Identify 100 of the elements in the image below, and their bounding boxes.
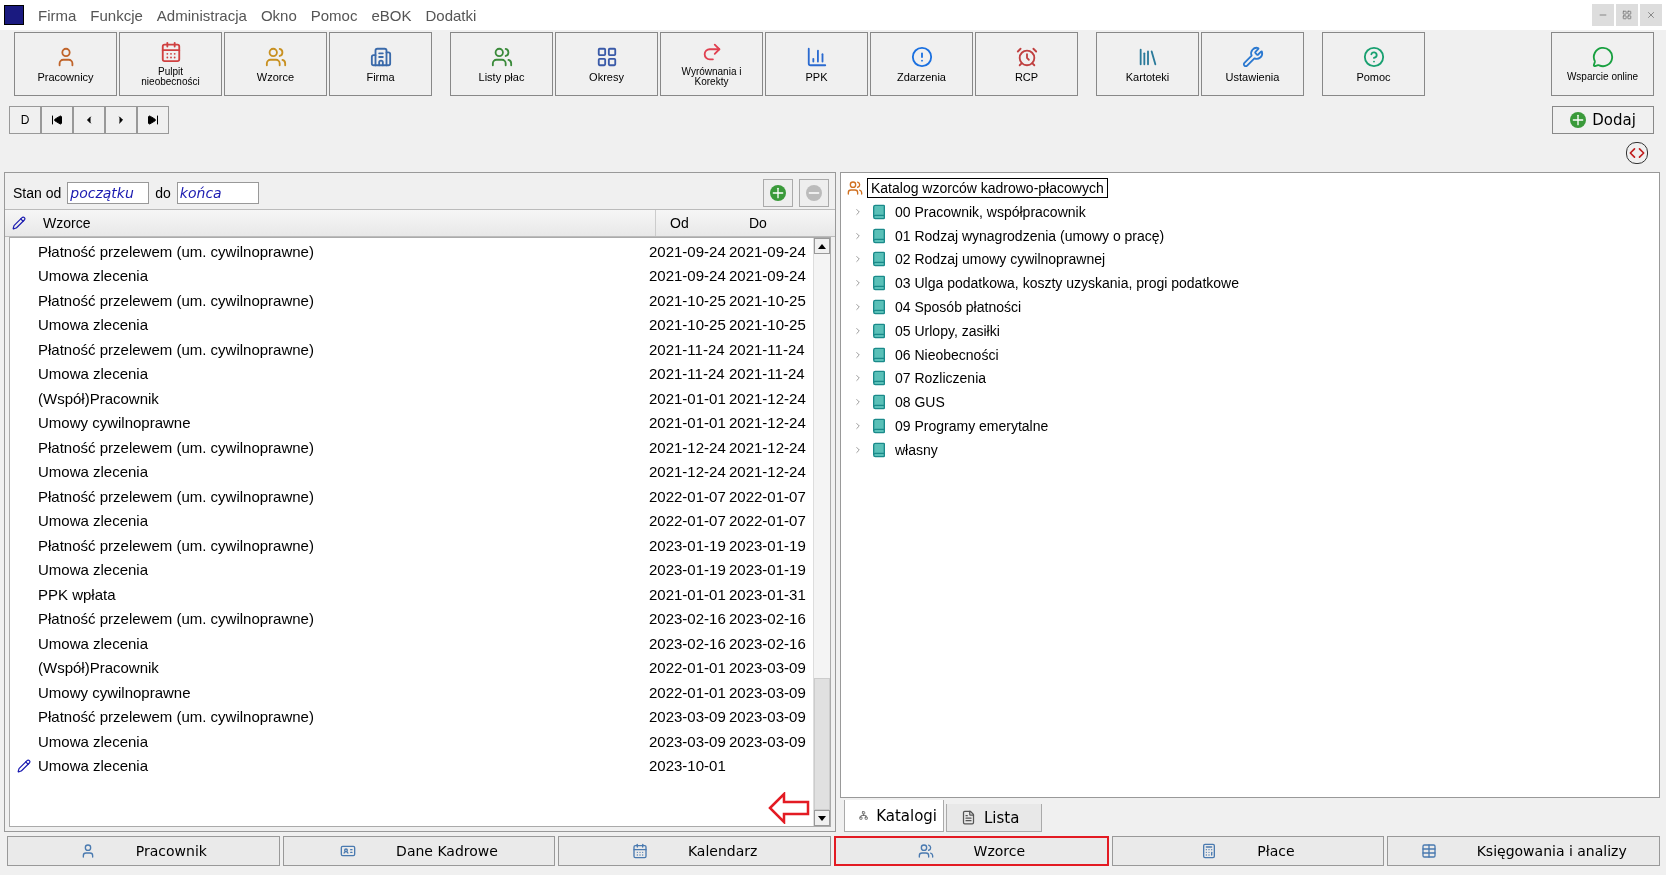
table-cell-text: 2023-02-16 — [729, 610, 807, 628]
table-cell-text: 2023-01-31 — [729, 585, 807, 603]
toolbar-button[interactable]: Zdarzenia — [870, 32, 973, 96]
table-cell-text: 2023-10-01 — [649, 757, 727, 775]
table-cell-text: 2023-03-09 — [729, 683, 807, 701]
nav-button[interactable] — [41, 106, 73, 134]
table-cell-text: 2021-11-24 — [729, 340, 806, 358]
table-cell-text: 2023-01-19 — [649, 561, 727, 579]
table-cell-text: 2021-09-24 — [649, 267, 727, 285]
toolbar-button[interactable]: Okresy — [555, 32, 658, 96]
toolbar-button[interactable]: Kartoteki — [1096, 32, 1199, 96]
table-cell-text: Płatność przelewem (um. cywilnoprawne) — [38, 242, 315, 260]
menu-item[interactable]: Administracja — [156, 6, 247, 24]
toolbar-button[interactable]: Wyrównania i Korekty — [660, 32, 763, 96]
tree-item[interactable]: 04 Sposób płatności — [847, 295, 1659, 319]
from-field[interactable]: początku — [67, 182, 150, 204]
restore-button[interactable] — [1616, 4, 1638, 26]
table-cell-text: 2023-03-09 — [649, 732, 727, 750]
remove-row-button[interactable] — [799, 179, 829, 207]
tree-root[interactable]: Katalog wzorców kadrowo-płacowych — [867, 178, 1108, 198]
menu-item[interactable]: Dodatki — [425, 6, 477, 24]
tree-item[interactable]: 05 Urlopy, zasiłki — [847, 319, 1659, 343]
add-row-button[interactable] — [763, 179, 793, 207]
toolbar-button[interactable]: Wsparcie online — [1551, 32, 1654, 96]
menu-item[interactable]: Firma — [38, 6, 77, 24]
nav-button[interactable]: D — [9, 106, 41, 134]
scroll-thumb[interactable] — [814, 678, 830, 810]
bottom-tab[interactable]: Księgowania i analizy — [1387, 836, 1661, 866]
table-cell-text: 2021-11-24 — [649, 340, 726, 358]
toolbar-button[interactable]: Pomoc — [1322, 32, 1425, 96]
table-cell-text: Płatność przelewem (um. cywilnoprawne) — [38, 438, 315, 456]
table-cell-text: Umowa zlecenia — [38, 634, 150, 652]
table-cell-text: 2021-10-25 — [649, 316, 727, 334]
table-cell-text: 2023-02-16 — [649, 634, 727, 652]
book-icon — [871, 203, 887, 220]
scroll-up-icon — [818, 243, 826, 249]
book-icon — [871, 275, 887, 292]
tree-icon — [859, 808, 869, 823]
table-cell-text: Umowa zlecenia — [38, 267, 150, 285]
tree-item[interactable]: 00 Pracownik, współpracownik — [847, 200, 1659, 224]
toolbar-button[interactable]: Ustawienia — [1201, 32, 1304, 96]
table-cell-text: Umowa zlecenia — [38, 512, 150, 530]
close-button[interactable] — [1640, 4, 1662, 26]
table-cell-text: Umowa zlecenia — [38, 316, 150, 334]
book-icon — [871, 251, 887, 268]
tree-item[interactable]: 02 Rodzaj umowy cywilnoprawnej — [847, 247, 1659, 272]
menu-item[interactable]: eBOK — [371, 6, 412, 24]
toolbar-button[interactable]: PPK — [765, 32, 868, 96]
tree-item[interactable]: 09 Programy emerytalne — [847, 414, 1659, 438]
table-cell-text: 2021-01-01 — [649, 389, 727, 407]
toolbar-button[interactable]: Wzorce — [224, 32, 327, 96]
bottom-tab[interactable]: Pracownik — [7, 836, 280, 866]
panel-tab[interactable]: Lista — [946, 804, 1042, 832]
menu-item[interactable]: Pomoc — [310, 6, 358, 24]
nav-icon — [147, 114, 159, 126]
to-field[interactable]: końca — [176, 182, 259, 204]
tree-item[interactable]: własny — [847, 437, 1659, 462]
nav-icon — [51, 114, 63, 126]
bottom-tab[interactable]: Wzorce — [834, 836, 1109, 866]
menu-item[interactable]: Okno — [260, 6, 297, 24]
toolbar-button[interactable]: Pracownicy — [14, 32, 117, 96]
table-cell-text: 2023-01-19 — [649, 536, 727, 554]
tree-item[interactable]: 08 GUS — [847, 390, 1659, 415]
toolbar-button[interactable]: Firma — [329, 32, 432, 96]
bottom-tab[interactable]: Dane Kadrowe — [282, 836, 556, 866]
table-cell-text: 2021-09-24 — [649, 242, 727, 260]
book-icon — [871, 370, 887, 387]
column-header[interactable]: Do — [735, 210, 835, 236]
minimize-button[interactable] — [1592, 4, 1614, 26]
panel-tab[interactable]: Katalogi — [844, 800, 944, 832]
filter-label: do — [155, 185, 171, 201]
table-cell-text: 2023-01-19 — [729, 561, 807, 579]
app-icon[interactable] — [4, 5, 24, 25]
column-header[interactable]: Wzorce — [33, 210, 655, 236]
toolbar-button[interactable]: Listy płac — [450, 32, 553, 96]
bottom-tab[interactable]: Płace — [1111, 836, 1385, 866]
tree-item[interactable]: 06 Nieobecności — [847, 342, 1659, 367]
tree-item[interactable]: 01 Rodzaj wynagrodzenia (umowy o pracę) — [847, 223, 1659, 248]
scrollbar[interactable] — [813, 238, 830, 826]
toolbar-icon — [805, 45, 828, 68]
nav-button[interactable] — [137, 106, 169, 134]
table-cell-text: 2021-12-24 — [729, 414, 807, 432]
table-cell-text: 2021-12-24 — [729, 463, 807, 481]
tree-item[interactable]: 03 Ulga podatkowa, koszty uzyskania, progi podatkowe — [847, 271, 1659, 296]
toolbar-icon — [1591, 46, 1614, 68]
tab-icon — [340, 843, 357, 859]
toggle-icon[interactable] — [1626, 142, 1648, 164]
menu-item[interactable]: Funkcje — [90, 6, 143, 24]
toolbar-button[interactable]: Pulpit nieobecności — [119, 32, 222, 96]
tree-item[interactable]: 07 Rozliczenia — [847, 366, 1659, 391]
toolbar-button[interactable]: RCP — [975, 32, 1078, 96]
book-icon — [871, 227, 887, 244]
table-cell-text: 2021-09-24 — [729, 267, 807, 285]
column-header[interactable]: Od — [655, 210, 735, 236]
table-cell-text: 2021-12-24 — [649, 438, 727, 456]
book-icon — [871, 441, 887, 458]
table-cell-text: 2023-03-09 — [729, 732, 807, 750]
bottom-tab[interactable]: Kalendarz — [558, 836, 831, 866]
table-cell-text: 2021-12-24 — [729, 438, 807, 456]
add-button[interactable]: Dodaj — [1552, 106, 1654, 134]
